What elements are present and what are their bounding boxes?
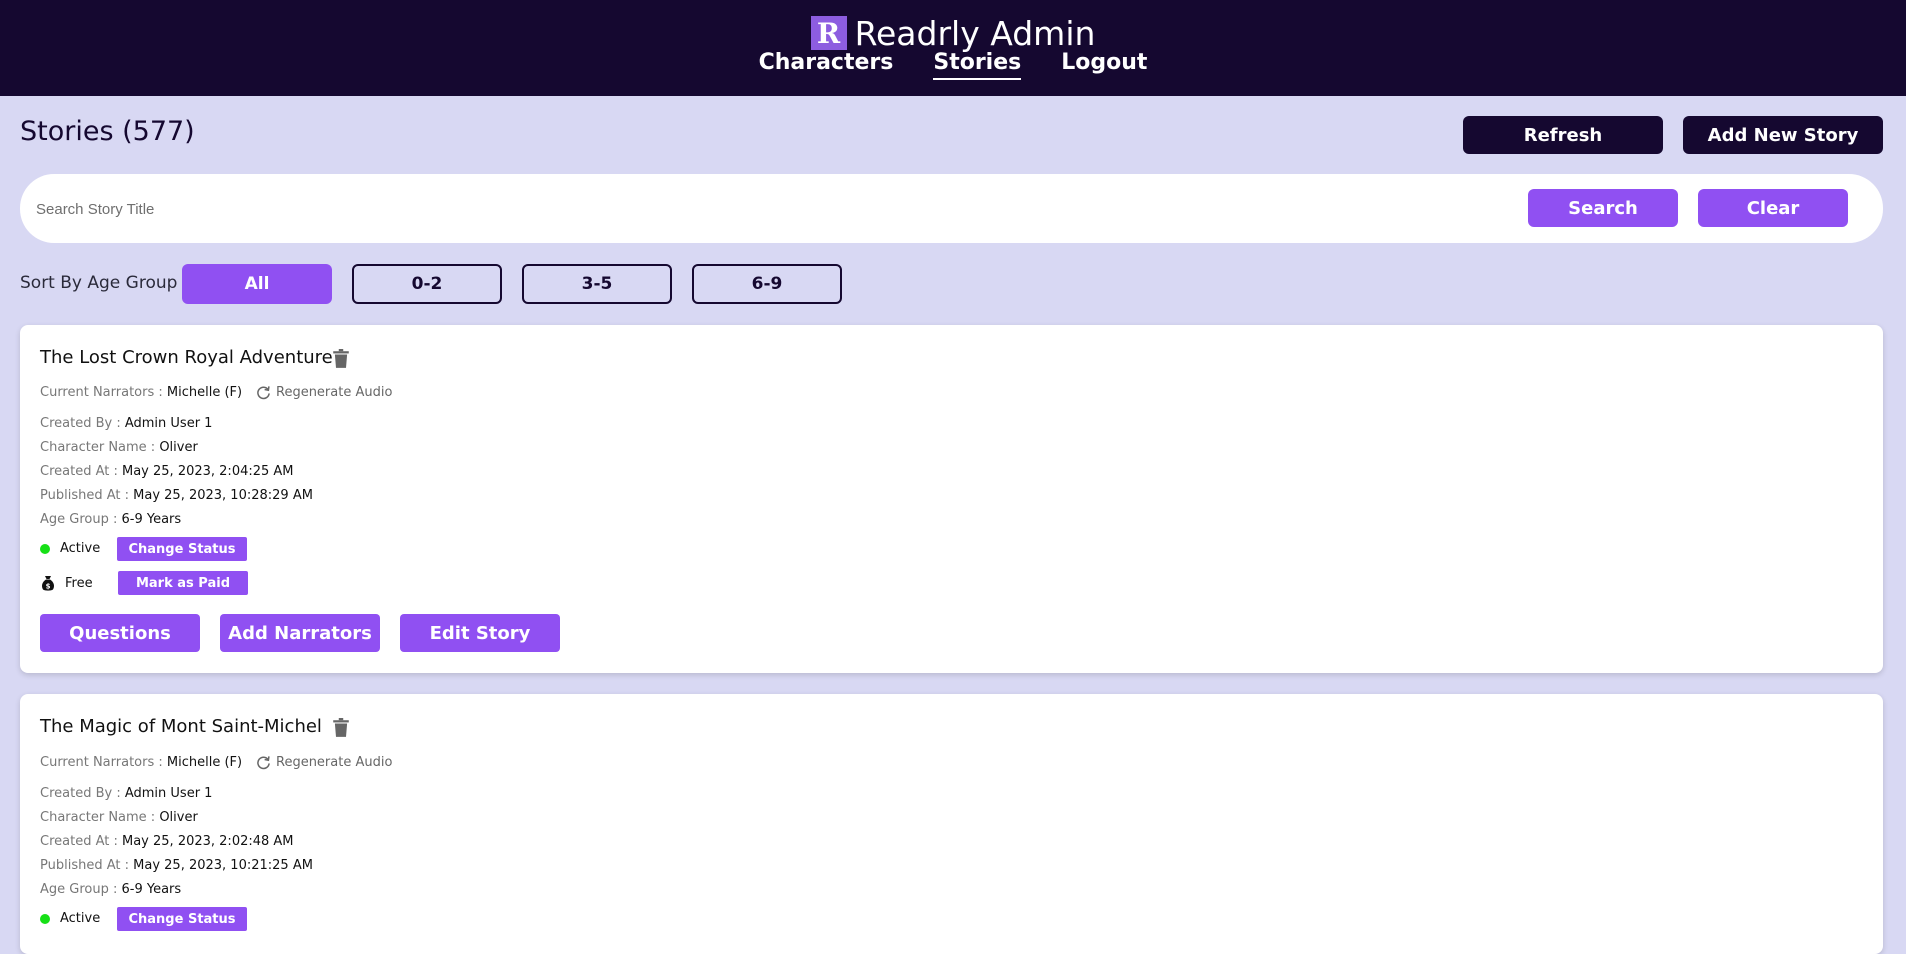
story-card: The Magic of Mont Saint-Michel Current N… [20, 694, 1883, 954]
status-dot-icon [40, 913, 50, 924]
nav-stories[interactable]: Stories [933, 50, 1022, 80]
narrators-value: Michelle (F) [166, 755, 243, 770]
nav-characters[interactable]: Characters [759, 50, 894, 80]
regenerate-audio-label: Regenerate Audio [276, 385, 393, 400]
age-group-value: 6-9 Years [121, 882, 182, 897]
character-value: Oliver [159, 810, 198, 825]
trash-icon[interactable] [332, 349, 350, 369]
status-row: Active [40, 541, 100, 556]
created-at-value: May 25, 2023, 2:02:48 AM [122, 834, 294, 849]
refresh-icon [257, 386, 270, 400]
age-filter-all[interactable]: All [182, 264, 332, 304]
published-at-label: Published At : [40, 488, 134, 503]
character-row: Character Name : Oliver [40, 440, 198, 455]
created-at-row: Created At : May 25, 2023, 2:04:25 AM [40, 464, 294, 479]
mark-as-paid-button[interactable]: Mark as Paid [118, 571, 248, 595]
age-filter-3-5[interactable]: 3-5 [522, 264, 672, 304]
page-title: Stories (577) [20, 116, 195, 147]
trash-icon[interactable] [332, 718, 350, 738]
change-status-button[interactable]: Change Status [117, 907, 247, 931]
sort-label: Sort By Age Group [20, 273, 178, 293]
created-by-row: Created By : Admin User 1 [40, 786, 212, 801]
svg-text:$: $ [46, 583, 51, 591]
narrators-row: Current Narrators : Michelle (F) [40, 755, 242, 770]
published-at-row: Published At : May 25, 2023, 10:21:25 AM [40, 858, 313, 873]
narrators-label: Current Narrators : [40, 385, 167, 400]
regenerate-audio-label: Regenerate Audio [276, 755, 393, 770]
published-at-row: Published At : May 25, 2023, 10:28:29 AM [40, 488, 313, 503]
age-group-label: Age Group : [40, 882, 122, 897]
regenerate-audio-button[interactable]: Regenerate Audio [256, 755, 392, 770]
character-value: Oliver [159, 440, 198, 455]
regenerate-audio-button[interactable]: Regenerate Audio [256, 385, 392, 400]
created-by-value: Admin User 1 [124, 786, 213, 801]
main-nav: Characters Stories Logout [0, 50, 1906, 80]
character-row: Character Name : Oliver [40, 810, 198, 825]
app-title: Readrly Admin [854, 13, 1096, 53]
character-label: Character Name : [40, 810, 160, 825]
logo-icon: R [810, 16, 847, 50]
age-group-label: Age Group : [40, 512, 122, 527]
add-new-story-button[interactable]: Add New Story [1683, 116, 1883, 154]
narrators-row: Current Narrators : Michelle (F) [40, 385, 242, 400]
created-at-label: Created At : [40, 464, 122, 479]
status-dot-icon [40, 543, 50, 554]
character-label: Character Name : [40, 440, 160, 455]
refresh-button[interactable]: Refresh [1463, 116, 1663, 154]
refresh-icon [257, 756, 270, 770]
status-row: Active [40, 911, 100, 926]
published-at-value: May 25, 2023, 10:28:29 AM [133, 488, 313, 503]
created-at-label: Created At : [40, 834, 122, 849]
nav-logout[interactable]: Logout [1061, 50, 1147, 80]
published-at-value: May 25, 2023, 10:21:25 AM [133, 858, 313, 873]
age-filter-0-2[interactable]: 0-2 [352, 264, 502, 304]
search-input[interactable] [34, 194, 1514, 224]
questions-button[interactable]: Questions [40, 614, 200, 652]
brand: R Readrly Admin [0, 13, 1906, 53]
top-navbar: R Readrly Admin Characters Stories Logou… [0, 0, 1906, 96]
created-at-value: May 25, 2023, 2:04:25 AM [122, 464, 294, 479]
published-at-label: Published At : [40, 858, 134, 873]
status-value: Active [60, 911, 101, 926]
created-at-row: Created At : May 25, 2023, 2:02:48 AM [40, 834, 294, 849]
price-row: $ Free [40, 575, 93, 591]
story-title: The Magic of Mont Saint-Michel [40, 716, 322, 737]
age-group-row: Age Group : 6-9 Years [40, 882, 181, 897]
clear-button[interactable]: Clear [1698, 189, 1848, 227]
created-by-label: Created By : [40, 786, 125, 801]
status-value: Active [60, 541, 101, 556]
add-narrators-button[interactable]: Add Narrators [220, 614, 380, 652]
age-group-value: 6-9 Years [121, 512, 182, 527]
story-title: The Lost Crown Royal Adventure [40, 347, 333, 368]
search-bar: Search Clear [20, 174, 1883, 243]
age-filter-6-9[interactable]: 6-9 [692, 264, 842, 304]
narrators-label: Current Narrators : [40, 755, 167, 770]
created-by-value: Admin User 1 [124, 416, 213, 431]
search-button[interactable]: Search [1528, 189, 1678, 227]
edit-story-button[interactable]: Edit Story [400, 614, 560, 652]
price-value: Free [65, 575, 93, 591]
created-by-label: Created By : [40, 416, 125, 431]
change-status-button[interactable]: Change Status [117, 537, 247, 561]
age-group-row: Age Group : 6-9 Years [40, 512, 181, 527]
narrators-value: Michelle (F) [166, 385, 243, 400]
story-card: The Lost Crown Royal Adventure Current N… [20, 325, 1883, 673]
created-by-row: Created By : Admin User 1 [40, 416, 212, 431]
money-bag-icon: $ [42, 576, 54, 591]
